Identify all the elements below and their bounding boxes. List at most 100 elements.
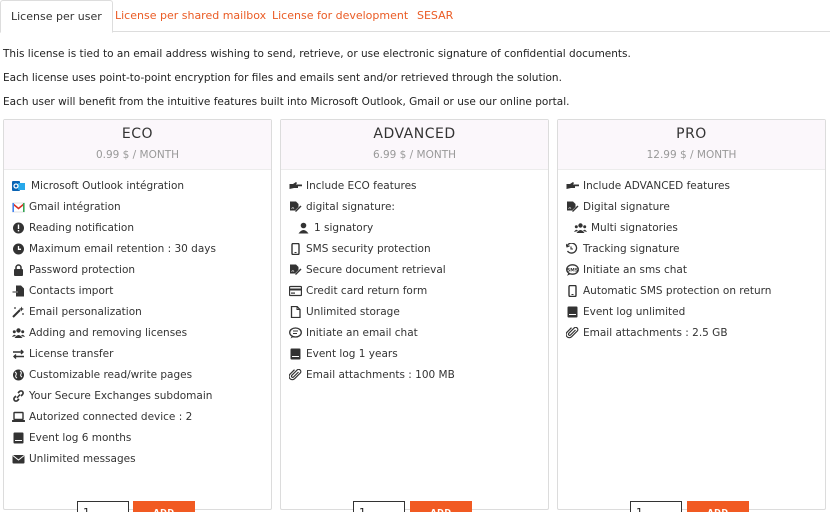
feature-label: Maximum email retention : 30 days — [29, 243, 216, 255]
exclamation-icon — [12, 222, 25, 234]
add-button[interactable]: ADD — [133, 501, 195, 512]
link-icon — [12, 390, 25, 402]
feature-label: SMS security protection — [306, 243, 431, 255]
feature-item: Credit card return form — [281, 284, 548, 305]
plan-card-pro: PRO 12.99 $ / MONTH Include ADVANCED fea… — [557, 119, 826, 512]
signature-icon — [566, 201, 579, 213]
feature-item: Event log 6 months — [4, 431, 271, 452]
lock-icon — [12, 264, 25, 276]
feature-item: digital signature: — [281, 200, 548, 221]
plan-name: ECO — [121, 126, 154, 142]
feature-item: Include ECO features — [281, 179, 548, 200]
plan-price: 12.99 $ / MONTH — [646, 149, 737, 161]
feature-item: Unlimited messages — [4, 452, 271, 473]
feature-item: Maximum email retention : 30 days — [4, 242, 271, 263]
feature-item: Reading notification — [4, 221, 271, 242]
quantity-input[interactable] — [77, 501, 129, 512]
feature-item: Email attachments : 100 MB — [281, 368, 548, 389]
feature-item: Gmail intégration — [4, 200, 271, 221]
clock-icon — [12, 243, 25, 255]
feature-label: Event log 1 years — [306, 348, 398, 360]
plan-card-advanced: ADVANCED 6.99 $ / MONTH Include ECO feat… — [280, 119, 549, 512]
feature-item: License transfer — [4, 347, 271, 368]
file-import-icon — [12, 285, 25, 297]
feature-item: Include ADVANCED features — [558, 179, 825, 200]
feature-label: Automatic SMS protection on return — [583, 285, 772, 297]
plan-price: 0.99 $ / MONTH — [95, 149, 180, 161]
feature-label: Email attachments : 2.5 GB — [583, 327, 728, 339]
feature-label: Email attachments : 100 MB — [306, 369, 455, 381]
feature-label: Autorized connected device : 2 — [29, 411, 193, 423]
plan-name: ADVANCED — [373, 126, 456, 142]
feature-label: Customizable read/write pages — [29, 369, 193, 381]
feature-label: Reading notification — [29, 222, 135, 234]
feature-label: Gmail intégration — [29, 201, 121, 213]
paperclip-icon — [566, 327, 579, 339]
feature-item: Unlimited storage — [281, 305, 548, 326]
feature-label: digital signature: — [306, 201, 395, 213]
intro-line: Each license uses point-to-point encrypt… — [3, 72, 562, 84]
sms-chat-icon: SMS — [566, 264, 579, 276]
feature-item: SMS Initiate an sms chat — [558, 263, 825, 284]
credit-card-icon — [289, 285, 302, 297]
mobile-icon — [289, 243, 302, 255]
tab-license-for-development[interactable]: License for development — [262, 0, 418, 33]
plan-price: 6.99 $ / MONTH — [372, 149, 457, 161]
tab-license-per-shared-mailbox[interactable]: License per shared mailbox — [105, 0, 276, 33]
feature-label: Adding and removing licenses — [29, 327, 188, 339]
magic-wand-icon — [12, 306, 25, 318]
feature-label: Email personalization — [29, 306, 142, 318]
plan-header: ECO 0.99 $ / MONTH — [4, 120, 271, 170]
feature-list: Microsoft Outlook intégration Gmail intég… — [4, 179, 271, 473]
paperclip-icon — [289, 369, 302, 381]
plan-header: PRO 12.99 $ / MONTH — [558, 120, 825, 170]
feature-item: Email attachments : 2.5 GB — [558, 326, 825, 347]
feature-label: License transfer — [29, 348, 114, 360]
server-icon — [566, 306, 579, 318]
signature-icon — [289, 201, 302, 213]
feature-item: Initiate an email chat — [281, 326, 548, 347]
intro-line: Each user will benefit from the intuitiv… — [3, 96, 570, 108]
feature-item: Event log unlimited — [558, 305, 825, 326]
feature-label: Microsoft Outlook intégration — [31, 180, 185, 192]
feature-item: Contacts import — [4, 284, 271, 305]
feature-item: Password protection — [4, 263, 271, 284]
feature-label: Event log unlimited — [583, 306, 686, 318]
feature-label: Credit card return form — [306, 285, 428, 297]
feature-item: Adding and removing licenses — [4, 326, 271, 347]
feature-label: Event log 6 months — [29, 432, 132, 444]
history-signature-icon — [566, 243, 579, 255]
add-button[interactable]: ADD — [410, 501, 472, 512]
mobile-icon — [566, 285, 579, 297]
feature-label: Digital signature — [583, 201, 670, 213]
feature-item: Your Secure Exchanges subdomain — [4, 389, 271, 410]
feature-item: 1 signatory — [281, 221, 548, 242]
server-icon — [12, 432, 25, 444]
feature-item: Automatic SMS protection on return — [558, 284, 825, 305]
hand-point-right-icon — [289, 180, 302, 192]
globe-icon — [12, 369, 25, 381]
feature-item: Autorized connected device : 2 — [4, 410, 271, 431]
file-icon — [289, 306, 302, 318]
outlook-icon — [12, 180, 27, 192]
feature-item: SMS security protection — [281, 242, 548, 263]
tab-license-per-user[interactable]: License per user — [0, 0, 113, 33]
laptop-icon — [12, 411, 25, 423]
user-icon — [297, 222, 310, 234]
quantity-input[interactable] — [353, 501, 405, 512]
plan-card-eco: ECO 0.99 $ / MONTH Microsoft Outlook int… — [3, 119, 272, 512]
feature-item: Multi signatories — [558, 221, 825, 242]
add-button[interactable]: ADD — [687, 501, 749, 512]
feature-label: Include ECO features — [306, 180, 417, 192]
feature-label: Initiate an sms chat — [583, 264, 687, 276]
tab-sesar[interactable]: SESAR — [407, 0, 463, 33]
feature-list: Include ECO features digital signature: 1 … — [281, 179, 548, 389]
feature-label: Your Secure Exchanges subdomain — [29, 390, 213, 402]
feature-list: Include ADVANCED features Digital signatu… — [558, 179, 825, 347]
envelope-icon — [12, 453, 25, 465]
feature-label: Unlimited storage — [306, 306, 400, 318]
feature-item: Event log 1 years — [281, 347, 548, 368]
hand-point-right-icon — [566, 180, 579, 192]
feature-label: Tracking signature — [583, 243, 680, 255]
quantity-input[interactable] — [630, 501, 682, 512]
